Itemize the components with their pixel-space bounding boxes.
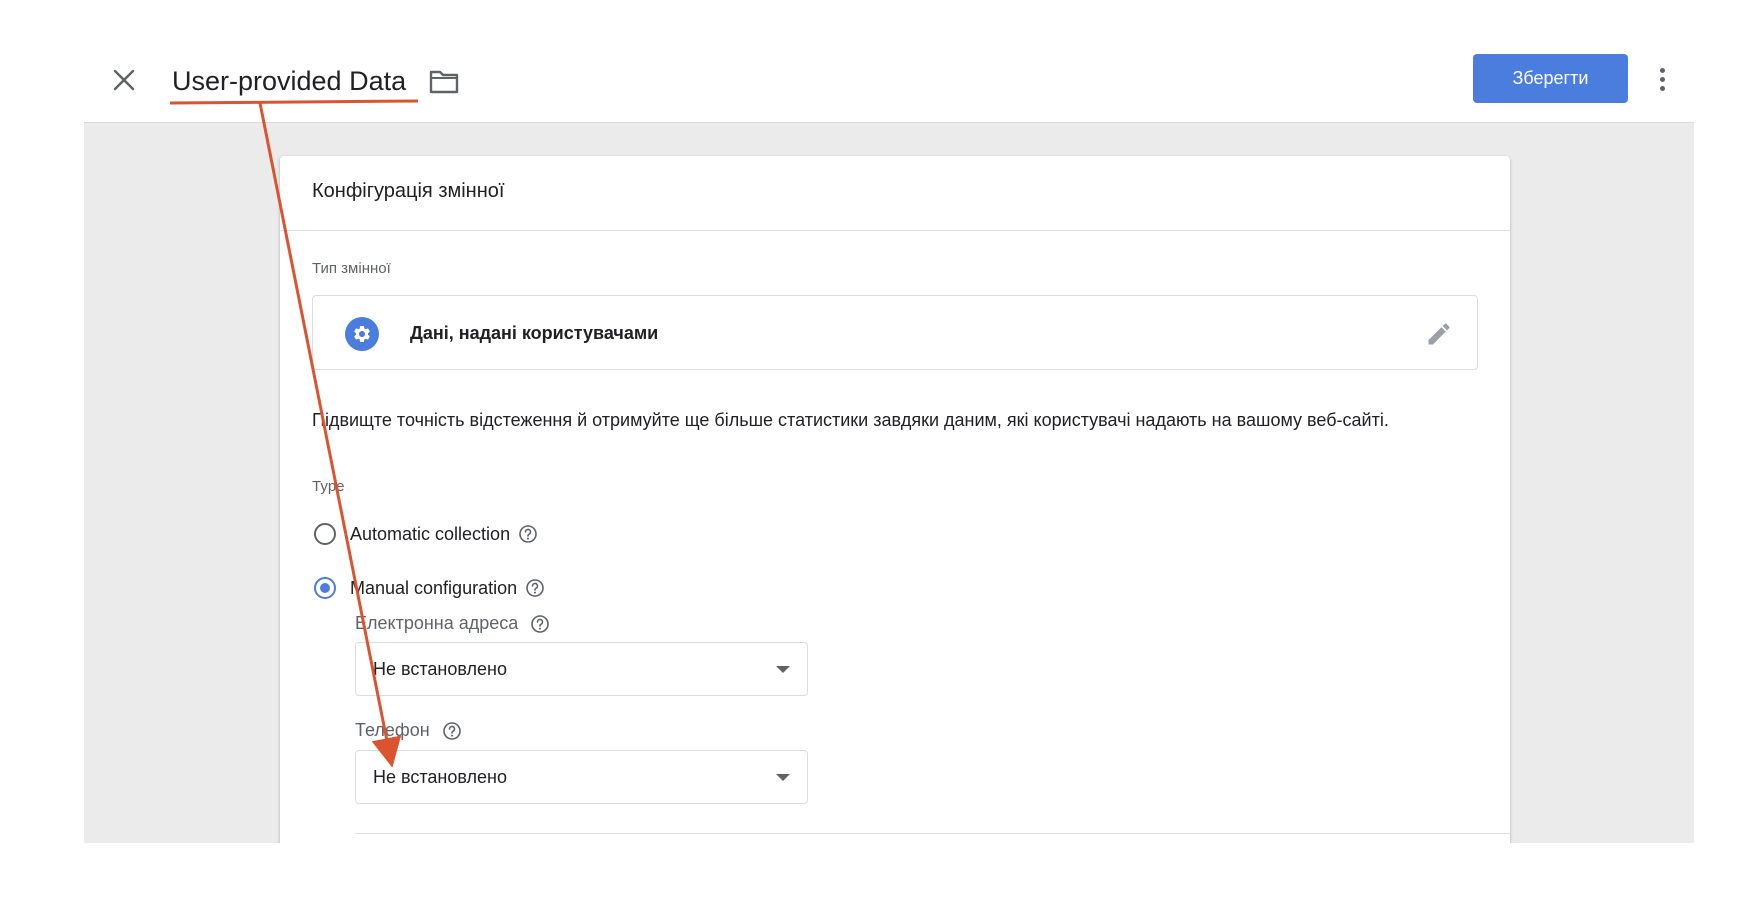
card-title: Конфігурація змінної <box>312 180 505 202</box>
gear-icon <box>345 317 379 351</box>
variable-config-card: Конфігурація змінної Тип змінної Дані, н… <box>280 156 1510 856</box>
type-label: Type <box>312 478 345 495</box>
close-icon <box>113 69 135 91</box>
help-icon[interactable] <box>518 524 538 544</box>
dropdown-arrow-icon <box>776 774 790 781</box>
radio-button[interactable] <box>314 523 336 545</box>
help-icon[interactable] <box>525 578 545 598</box>
email-field-label: Електронна адреса <box>355 613 550 634</box>
more-vert-dot <box>1659 85 1665 91</box>
radio-button-checked[interactable] <box>314 577 336 599</box>
variable-description: Підвищте точність відстеження й отримуйт… <box>312 410 1389 430</box>
more-vert-dot <box>1659 76 1665 82</box>
help-icon[interactable] <box>442 721 462 741</box>
radio-automatic-collection[interactable]: Automatic collection <box>312 519 538 549</box>
page-title[interactable]: User-provided Data <box>172 64 406 98</box>
card-header: Конфігурація змінної <box>280 156 1510 231</box>
close-button[interactable] <box>107 63 141 97</box>
email-select[interactable]: Не встановлено <box>355 642 808 696</box>
dropdown-arrow-icon <box>776 666 790 673</box>
phone-select-value: Не встановлено <box>373 767 507 787</box>
phone-select[interactable]: Не встановлено <box>355 750 808 804</box>
variable-type-name: Дані, надані користувачами <box>410 323 659 343</box>
radio-manual-configuration[interactable]: Manual configuration <box>312 573 545 603</box>
phone-label-text: Телефон <box>355 720 430 740</box>
email-select-value: Не встановлено <box>373 659 507 679</box>
top-bar <box>84 0 1694 123</box>
section-divider <box>355 833 1510 834</box>
folder-icon <box>429 70 459 94</box>
save-button[interactable]: Зберегти <box>1473 54 1628 103</box>
email-label-text: Електронна адреса <box>355 613 519 633</box>
more-vert-icon <box>1659 67 1665 73</box>
folder-button[interactable] <box>428 66 460 96</box>
variable-type-label: Тип змінної <box>312 260 391 277</box>
variable-type-selector[interactable]: Дані, надані користувачами <box>312 295 1478 370</box>
phone-field-label: Телефон <box>355 720 462 741</box>
edit-pencil-icon[interactable] <box>1425 320 1453 348</box>
page-bottom-blank <box>0 843 1754 924</box>
radio-label: Manual configuration <box>350 577 518 598</box>
more-options-button[interactable] <box>1650 62 1674 96</box>
help-icon[interactable] <box>530 614 550 634</box>
radio-label: Automatic collection <box>350 523 511 544</box>
